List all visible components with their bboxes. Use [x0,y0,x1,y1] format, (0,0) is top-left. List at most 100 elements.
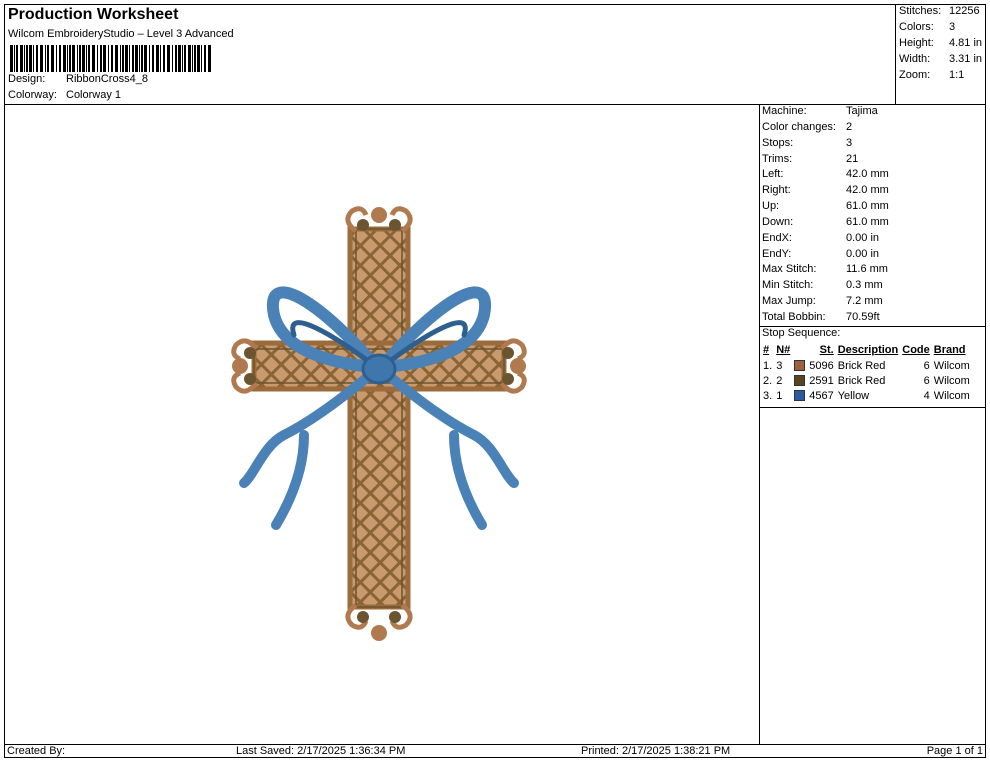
barcode-bar [92,45,95,72]
zoom-value: 1:1 [949,69,965,81]
barcode-bar [122,45,124,72]
barcode-bar [144,45,147,72]
barcode [10,45,211,72]
barcode-bar [125,45,128,72]
barcode-bar [29,45,32,72]
color-swatch [794,375,806,387]
col-swatch [792,342,807,358]
barcode-bar [208,45,211,72]
total-bobbin-value: 70.59ft [846,311,880,323]
barcode-bar [184,45,186,72]
barcode-bar [115,45,118,72]
color-changes-value: 2 [846,121,853,133]
col-code: Code [902,344,930,356]
barcode-bar [97,45,98,72]
up-label: Up: [762,200,780,212]
colors-label: Colors: [899,21,934,33]
barcode-bar [45,45,46,72]
col-description: Description [837,344,899,356]
design-value: RibbonCross4_8 [66,73,148,85]
row-swatch [792,388,807,403]
barcode-bar [152,45,154,72]
barcode-bar [178,45,181,72]
down-label: Down: [762,216,794,228]
barcode-bar [160,45,161,72]
row-swatch [792,373,807,388]
barcode-bar [201,45,202,72]
barcode-bar [77,45,78,72]
barcode-bar [167,45,170,72]
table-row: 1. 3 5096 Brick Red 6 Wilcom [761,358,972,373]
row-description: Brick Red [837,374,886,387]
barcode-bar [88,45,90,72]
stops-label: Stops: [762,137,794,149]
min-stitch-value: 0.3 mm [846,279,883,291]
barcode-bar [16,45,18,72]
worksheet-footer: Created By: Last Saved: 2/17/2025 1:36:3… [4,744,986,758]
height-value: 4.81 in [949,37,983,49]
barcode-bar [100,45,102,72]
barcode-bar [182,45,183,72]
barcode-bar [56,45,57,72]
row-code: 4 [923,389,930,402]
row-swatch [792,358,807,373]
barcode-bar [129,45,130,72]
row-description: Yellow [837,389,870,402]
barcode-bar [197,45,200,72]
colors-value: 3 [949,21,956,33]
machine-label: Machine: [762,105,807,117]
barcode-bar [139,45,140,72]
machine-info-panel: Machine: Tajima Color changes: 2 Stops: 3 T… [760,105,986,745]
software-name: Wilcom EmbroideryStudio – Level 3 Advanc… [8,28,234,40]
barcode-bar [36,45,38,72]
endy-label: EndY: [762,248,792,260]
design-row: Design: RibbonCross4_8 [8,73,148,85]
row-code: 6 [923,374,930,387]
col-st: St. [819,344,834,356]
barcode-bar [79,45,81,72]
barcode-bar [20,45,23,72]
last-saved: Last Saved: 2/17/2025 1:36:34 PM [236,745,406,757]
barcode-bar [47,45,49,72]
color-swatch [794,360,806,372]
color-changes-label: Color changes: [762,121,836,133]
worksheet-header: Production Worksheet Wilcom EmbroiderySt… [4,4,895,105]
row-brand: Wilcom [933,374,970,387]
barcode-bar [72,45,75,72]
row-stitches: 5096 [809,359,834,372]
height-label: Height: [899,37,934,49]
min-stitch-label: Min Stitch: [762,279,814,291]
down-value: 61.0 mm [846,216,889,228]
max-jump-label: Max Jump: [762,295,816,307]
barcode-bar [86,45,87,72]
stats-panel: Stitches: 12256 Colors: 3 Height: 4.81 in W… [895,4,986,105]
up-value: 61.0 mm [846,200,889,212]
barcode-bar [108,45,109,72]
stop-sequence-title: Stop Sequence: [762,327,841,339]
row-stitches: 2591 [809,374,834,387]
max-jump-value: 7.2 mm [846,295,883,307]
left-label: Left: [762,168,784,180]
row-brand: Wilcom [933,359,970,372]
machine-value: Tajima [846,105,878,117]
barcode-bar [141,45,143,72]
table-row: 3. 1 4567 Yellow 4 Wilcom [761,388,972,403]
barcode-bar [26,45,28,72]
col-num: # [763,344,770,356]
stops-value: 3 [846,137,853,149]
row-brand: Wilcom [933,389,970,402]
row-num: 1. [763,359,773,372]
design-preview [4,105,760,745]
barcode-bar [135,45,138,72]
barcode-bar [67,45,68,72]
row-code: 6 [923,359,930,372]
row-needle: 3 [776,359,783,372]
table-row: 2. 2 2591 Brick Red 6 Wilcom [761,373,972,388]
barcode-bar [172,45,173,72]
barcode-bar [111,45,113,72]
barcode-bar [82,45,85,72]
zoom-label: Zoom: [899,69,931,81]
width-label: Width: [899,53,931,65]
page-title: Production Worksheet [8,6,179,23]
page-number: Page 1 of 1 [926,745,983,757]
